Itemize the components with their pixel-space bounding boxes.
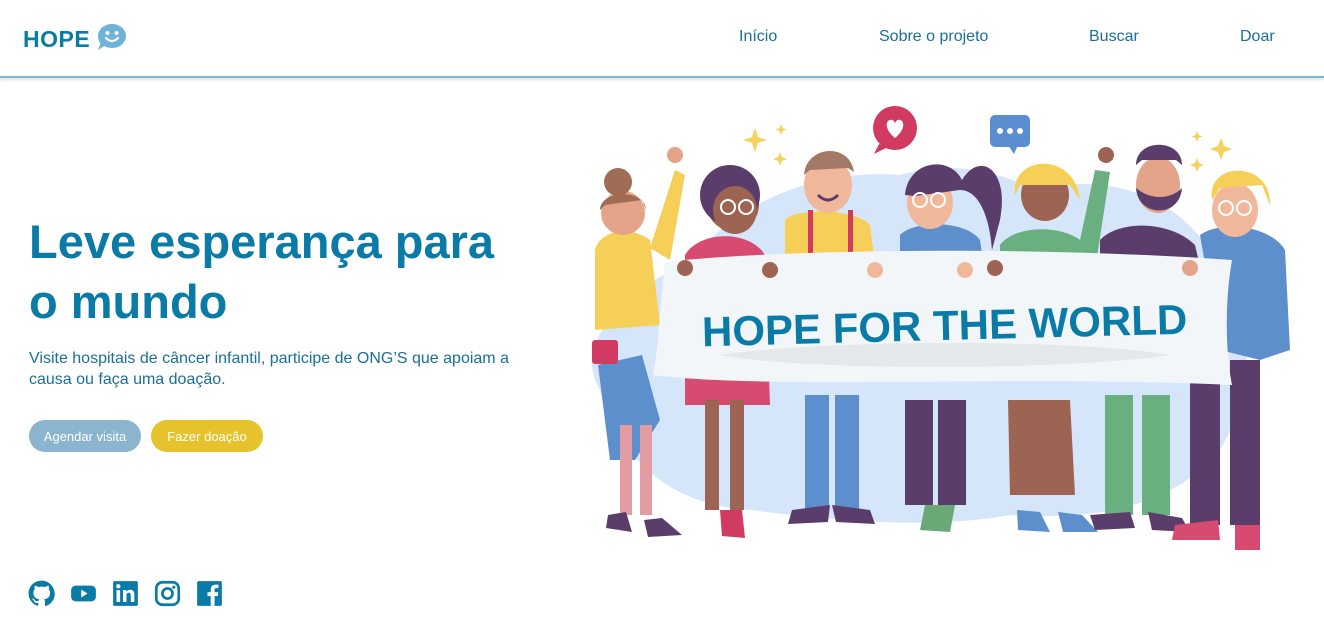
hero-title: Leve esperança para o mundo <box>29 212 549 332</box>
chat-dots-bubble-icon <box>990 115 1030 154</box>
instagram-icon[interactable] <box>154 580 181 607</box>
main-nav: Início Sobre o projeto Buscar Doar <box>0 28 1324 50</box>
nav-sobre-o-projeto[interactable]: Sobre o projeto <box>879 28 988 46</box>
youtube-icon[interactable] <box>70 580 97 607</box>
github-icon[interactable] <box>28 580 55 607</box>
hero-title-line-1: Leve esperança para <box>29 215 495 268</box>
facebook-icon[interactable] <box>196 580 223 607</box>
hero-subtitle: Visite hospitais de câncer infantil, par… <box>29 350 509 388</box>
social-links <box>28 580 223 607</box>
header: HOPE Início Sobre o projeto Buscar Doar <box>0 0 1324 78</box>
hope-banner: HOPE FOR THE WORLD <box>653 250 1232 385</box>
hero-illustration: HOPE FOR THE WORLD <box>570 100 1300 560</box>
linkedin-icon[interactable] <box>112 580 139 607</box>
nav-inicio[interactable]: Início <box>739 28 777 46</box>
nav-doar[interactable]: Doar <box>1240 28 1275 46</box>
heart-bubble-icon <box>873 106 917 154</box>
schedule-visit-button[interactable]: Agendar visita <box>29 420 141 452</box>
hero-title-line-2: o mundo <box>29 275 228 328</box>
make-donation-button[interactable]: Fazer doação <box>151 420 263 452</box>
nav-buscar[interactable]: Buscar <box>1089 28 1139 46</box>
